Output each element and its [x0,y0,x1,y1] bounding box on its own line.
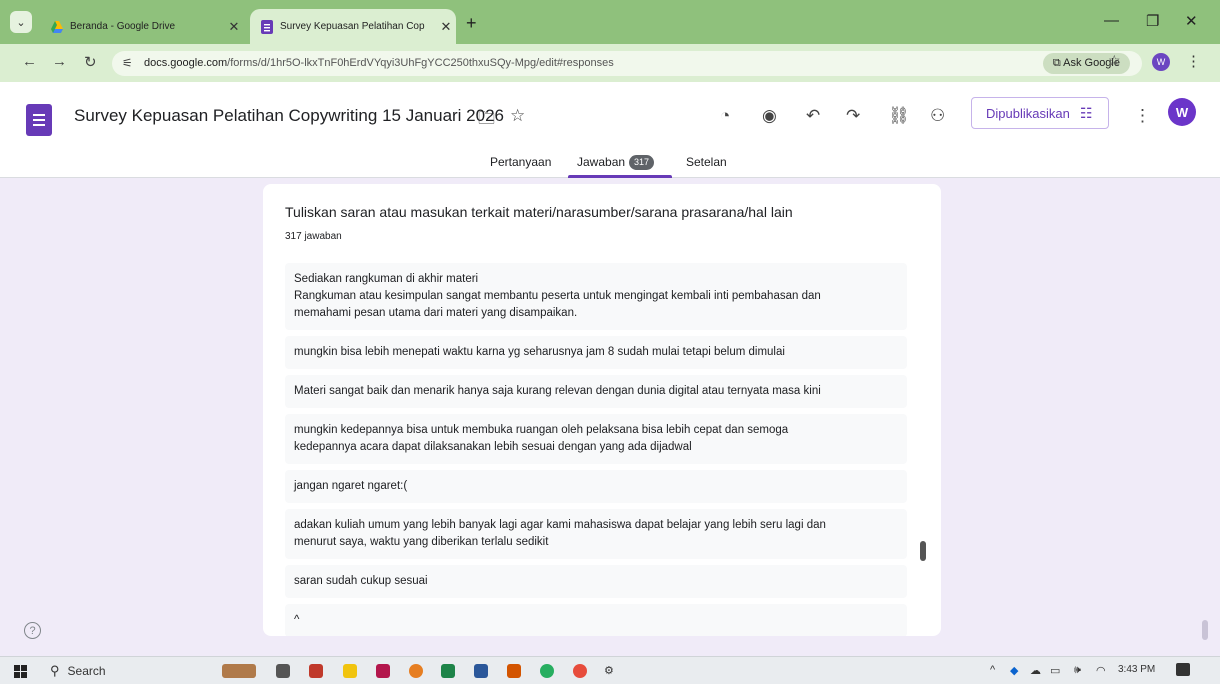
file-explorer-icon[interactable] [343,664,357,678]
response-text-line: menurut saya, waktu yang diberikan terla… [294,536,549,548]
browser-tab-drive[interactable]: Beranda - Google Drive ✕ [40,9,244,44]
site-settings-icon[interactable]: ⚟ [122,56,133,70]
settings-gear-icon[interactable]: ⚙ [604,664,614,677]
word-icon[interactable] [474,664,488,678]
page-scrollbar[interactable] [1202,620,1208,640]
windows-taskbar: ⚲ Search ⚙ ^ ◆ ☁ ▭ 🕪 ◠ 3:43 PM [0,656,1220,684]
avatar[interactable]: W [1168,98,1196,126]
response-text-line: Rangkuman atau kesimpulan sangat membant… [294,290,821,302]
taskbar-clock[interactable]: 3:43 PM [1118,664,1155,675]
tab-title: Beranda - Google Drive [70,21,176,32]
preview-eye-icon[interactable]: ◉ [762,106,777,126]
response-list-scrollbar[interactable] [920,541,926,561]
response-item: Sediakan rangkuman di akhir materi Rangku… [285,263,907,330]
close-tab-icon[interactable]: ✕ [436,19,456,35]
response-text-line: kedepannya acara dapat dilaksanakan lebi… [294,441,692,453]
tab-responses[interactable]: Jawaban 317 [577,155,655,170]
response-text-line: Sediakan rangkuman di akhir materi [294,273,479,285]
firefox-icon[interactable] [409,664,423,678]
plus-icon[interactable]: + [466,13,477,34]
response-text-line: Materi sangat baik dan menarik hanya saj… [294,385,821,397]
undo-icon[interactable]: ↶ [806,106,820,126]
cloud-icon[interactable]: ☁ [1030,664,1041,677]
active-tab-indicator [568,175,672,178]
responses-count-badge: 317 [629,155,655,170]
help-icon[interactable]: ? [24,622,41,639]
powerpoint-icon[interactable] [507,664,521,678]
google-forms-logo-icon[interactable] [26,104,52,136]
network-icon[interactable]: ▭ [1050,664,1060,677]
browser-tab-forms[interactable]: Survey Kepuasan Pelatihan Cop ✕ [250,9,456,44]
app-icon[interactable] [309,664,323,678]
url-text: docs.google.com/forms/d/1hr5O-lkxTnF0hEr… [144,57,614,69]
response-text-line: ^ [294,614,300,626]
excel-icon[interactable] [441,664,455,678]
address-bar[interactable]: ⚟ docs.google.com/forms/d/1hr5O-lkxTnF0h… [112,51,1142,76]
notification-icon[interactable] [1176,663,1190,676]
tab-settings[interactable]: Setelan [686,155,727,169]
publish-button[interactable]: Dipublikasikan ☷ [971,97,1109,129]
app-icon[interactable] [376,664,390,678]
tab-title: Survey Kepuasan Pelatihan Cop [280,21,425,32]
tab-questions[interactable]: Pertanyaan [490,155,551,169]
google-drive-icon [51,20,63,33]
browser-menu-icon[interactable]: ⋮ [1186,52,1201,70]
search-highlight-icon [222,664,256,678]
response-item: ^ [285,604,907,636]
response-item: adakan kuliah umum yang lebih banyak lag… [285,509,907,559]
response-text-line: adakan kuliah umum yang lebih banyak lag… [294,519,826,531]
question-summary-card: Tuliskan saran atau masukan terkait mate… [263,184,941,636]
wifi-icon[interactable]: ◠ [1096,664,1106,677]
response-item: Materi sangat baik dan menarik hanya saj… [285,375,907,408]
browser-toolbar: ← → ↻ ⚟ docs.google.com/forms/d/1hr5O-lk… [0,44,1220,82]
google-forms-icon [261,19,273,34]
form-title[interactable]: Survey Kepuasan Pelatihan Copywriting 15… [74,106,504,126]
task-view-icon[interactable] [276,664,290,678]
more-options-icon[interactable]: ⋮ [1134,106,1151,126]
browser-profile-avatar[interactable]: W [1152,53,1170,71]
tab-search-chevron-icon[interactable]: ⌄ [10,11,32,33]
tune-icon: ☷ [1079,104,1093,121]
response-text-line: memahami pesan utama dari materi yang di… [294,307,578,319]
response-item: jangan ngaret ngaret:( [285,470,907,503]
reload-icon[interactable]: ↻ [84,53,97,71]
back-icon[interactable]: ← [22,53,37,70]
restore-icon[interactable]: ❐ [1146,12,1159,30]
windows-start-icon[interactable] [14,665,27,678]
palette-icon[interactable]: ◔ [720,106,730,126]
forward-icon[interactable]: → [52,53,67,70]
chrome-icon[interactable] [540,664,554,678]
response-text-line: jangan ngaret ngaret:( [294,480,408,492]
chrome-icon[interactable] [573,664,587,678]
response-text-line: mungkin kedepannya bisa untuk membuka ru… [294,424,789,436]
folder-icon[interactable]: 🗀 [478,106,495,135]
response-text-line: mungkin bisa lebih menepati waktu karna … [294,346,785,358]
redo-icon[interactable]: ↷ [846,106,860,126]
chevron-up-icon[interactable]: ^ [990,664,995,676]
star-icon[interactable]: ☆ [510,106,525,126]
response-item: mungkin kedepannya bisa untuk membuka ru… [285,414,907,464]
response-item: mungkin bisa lebih menepati waktu karna … [285,336,907,369]
onedrive-icon[interactable]: ◆ [1010,664,1018,677]
link-icon[interactable]: ⛓ [888,106,910,126]
add-collaborator-icon[interactable]: ⚇ [930,106,945,126]
response-count: 317 jawaban [285,231,342,242]
response-item: saran sudah cukup sesuai [285,565,907,598]
response-text-line: saran sudah cukup sesuai [294,575,428,587]
bookmark-star-icon[interactable]: ☆ [1108,52,1121,69]
minimize-icon[interactable]: — [1104,12,1119,29]
response-list[interactable]: Sediakan rangkuman di akhir materi Rangku… [285,263,907,636]
forms-header: Survey Kepuasan Pelatihan Copywriting 15… [0,82,1220,178]
search-icon: ⚲ [50,663,60,678]
question-title: Tuliskan saran atau masukan terkait mate… [285,204,793,220]
close-tab-icon[interactable]: ✕ [224,19,244,35]
volume-icon[interactable]: 🕪 [1074,664,1081,677]
browser-tab-bar: ⌄ Beranda - Google Drive ✕ Survey Kepuas… [0,0,1220,44]
close-window-icon[interactable]: ✕ [1185,12,1198,30]
